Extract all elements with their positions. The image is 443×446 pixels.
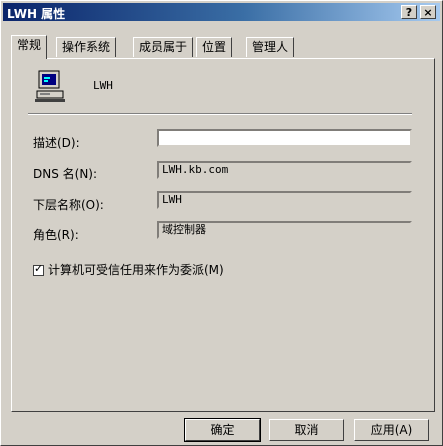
description-label: 描述(D): [33, 136, 80, 150]
delegation-checkbox-label: 计算机可受信任用来作为委派(M) [48, 263, 224, 277]
window-title: LWH 属性 [7, 7, 66, 21]
close-button[interactable]: × [420, 5, 436, 19]
role-field: 域控制器 [157, 221, 412, 239]
help-button[interactable]: ? [401, 5, 417, 19]
cancel-button[interactable]: 取消 [269, 419, 344, 441]
tab-location[interactable]: 位置 [196, 37, 233, 57]
tab-managed-by[interactable]: 管理人 [246, 37, 295, 57]
ok-button[interactable]: 确定 [184, 418, 261, 442]
downlevel-name-label: 下层名称(O): [33, 198, 104, 212]
tab-general[interactable]: 常规 [11, 35, 48, 59]
role-label: 角色(R): [33, 228, 79, 242]
description-field[interactable] [157, 129, 412, 147]
computer-icon [35, 70, 65, 102]
tab-operating-system[interactable]: 操作系统 [56, 37, 117, 57]
title-bar[interactable]: LWH 属性 ? × [3, 3, 440, 21]
delegation-checkbox-row[interactable]: ✓ 计算机可受信任用来作为委派(M) [33, 261, 224, 278]
dns-name-field: LWH.kb.com [157, 161, 412, 179]
divider [28, 113, 412, 115]
downlevel-name-field: LWH [157, 191, 412, 209]
apply-button[interactable]: 应用(A) [354, 419, 429, 441]
dns-name-label: DNS 名(N): [33, 167, 98, 181]
computer-name: LWH [93, 79, 113, 92]
checkmark-icon: ✓ [34, 262, 44, 275]
properties-dialog: LWH 属性 ? × 常规 操作系统 成员属于 位置 管理人 LWH 描述(D)… [0, 0, 443, 446]
delegation-checkbox[interactable]: ✓ [33, 262, 44, 276]
tab-member-of[interactable]: 成员属于 [133, 37, 194, 57]
